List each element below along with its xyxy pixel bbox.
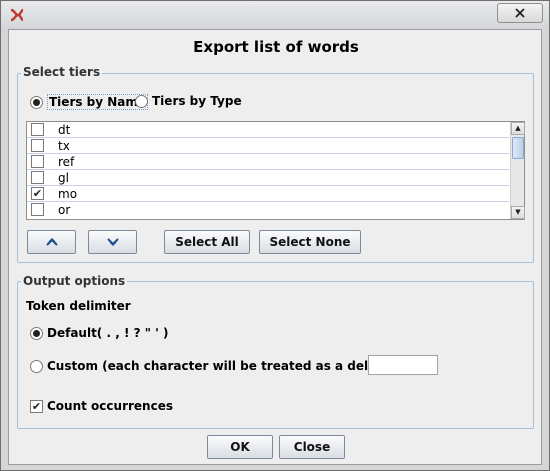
count-occurrences-label: Count occurrences [47, 399, 173, 413]
tier-checkbox[interactable] [31, 139, 44, 152]
list-item[interactable]: tx [27, 138, 509, 154]
radio-label: Default( . , ! ? " ' ) [47, 326, 169, 340]
select-all-button[interactable]: Select All [164, 230, 250, 254]
tier-checkbox[interactable]: ✔ [31, 187, 44, 200]
tier-name: dt [58, 123, 71, 137]
list-item[interactable]: ref [27, 154, 509, 170]
tier-name: tx [58, 139, 70, 153]
radio-button[interactable] [30, 95, 43, 109]
radio-default-delimiter[interactable]: Default( . , ! ? " ' ) [30, 326, 169, 340]
ok-button[interactable]: OK [207, 435, 273, 459]
token-delimiter-label: Token delimiter [26, 299, 131, 313]
radio-label: Custom (each character will be treated a… [47, 359, 415, 373]
radio-custom-delimiter[interactable]: Custom (each character will be treated a… [30, 359, 414, 373]
tier-checkbox[interactable] [31, 203, 44, 216]
close-icon [515, 8, 525, 18]
count-occurrences-checkbox[interactable]: ✔ [30, 399, 43, 413]
double-chevron-down-icon [106, 238, 119, 247]
scroll-up-button[interactable]: ▲ [511, 122, 525, 135]
output-options-label: Output options [21, 274, 128, 288]
radio-button[interactable] [30, 326, 43, 340]
radio-label: Tiers by Type [152, 94, 242, 108]
list-item[interactable]: or [27, 202, 509, 218]
radio-label: Tiers by Name [47, 94, 149, 110]
move-down-button[interactable] [88, 230, 137, 254]
tier-name: ref [58, 155, 75, 169]
window-close-button[interactable] [497, 3, 543, 23]
radio-tiers-by-type[interactable]: Tiers by Type [135, 94, 242, 108]
tier-checkbox[interactable] [31, 171, 44, 184]
title-bar[interactable] [1, 1, 549, 29]
radio-button[interactable] [135, 94, 148, 108]
tier-checkbox[interactable] [31, 123, 44, 136]
elan-app-icon [10, 8, 24, 22]
tier-name: mo [58, 187, 78, 201]
tier-list-scrollbar[interactable]: ▲ ▼ [510, 122, 525, 219]
double-chevron-up-icon [45, 237, 58, 246]
select-tiers-label: Select tiers [21, 65, 103, 79]
scroll-down-button[interactable]: ▼ [511, 206, 525, 219]
tier-name: gl [58, 171, 69, 185]
select-none-button[interactable]: Select None [259, 230, 361, 254]
close-button[interactable]: Close [279, 435, 345, 459]
custom-delimiter-input[interactable] [368, 355, 438, 375]
tier-name: or [58, 203, 71, 217]
tier-checkbox[interactable] [31, 155, 44, 168]
list-item[interactable]: gl [27, 170, 509, 186]
tier-list[interactable]: dt tx ref gl ✔ mo or ▲ ▼ [26, 121, 525, 220]
list-item[interactable]: dt [27, 122, 509, 138]
scroll-thumb[interactable] [512, 137, 524, 159]
move-up-button[interactable] [27, 230, 76, 254]
count-occurrences-checkbox-row[interactable]: ✔ Count occurrences [30, 399, 173, 413]
export-dialog-window: Export list of words Select tiers Tiers … [0, 0, 550, 471]
radio-button[interactable] [30, 359, 43, 373]
dialog-title: Export list of words [193, 38, 359, 56]
dialog-content: Export list of words Select tiers Tiers … [8, 29, 542, 465]
list-item[interactable]: ✔ mo [27, 186, 509, 202]
radio-tiers-by-name[interactable]: Tiers by Name [30, 94, 149, 110]
